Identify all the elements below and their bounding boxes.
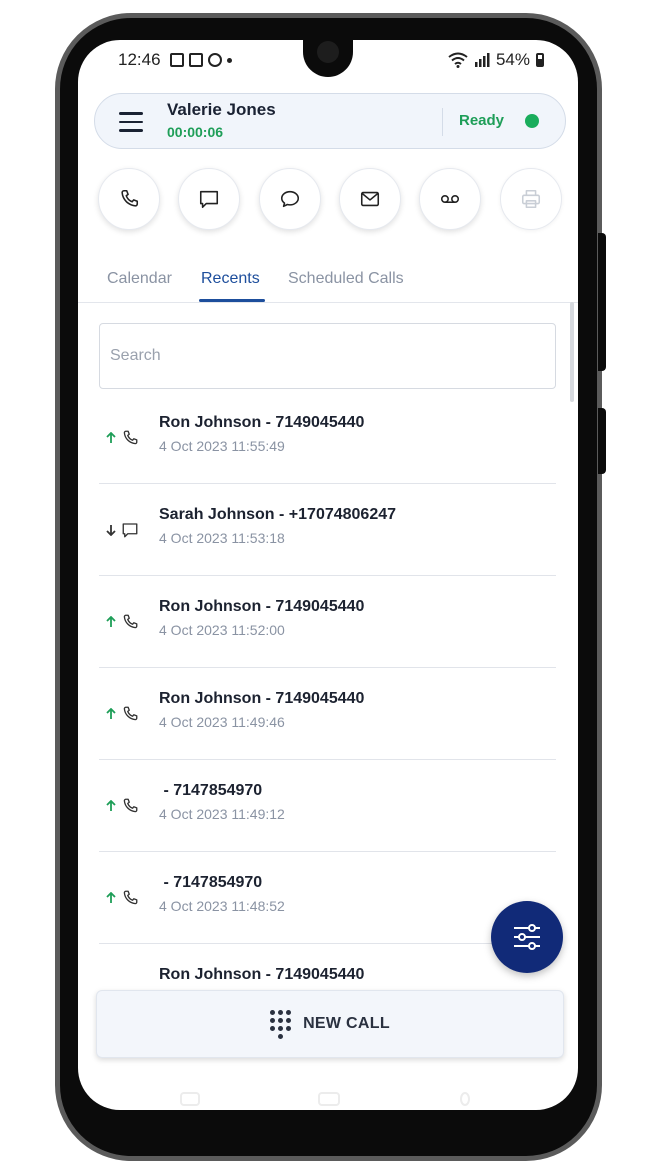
menu-icon[interactable] — [119, 112, 143, 132]
arrow-up-icon — [106, 892, 116, 903]
call-datetime: 4 Oct 2023 11:55:49 — [159, 438, 285, 454]
system-nav-bar — [78, 1088, 578, 1108]
chat-bubble-icon — [280, 190, 300, 208]
mail-icon — [360, 191, 380, 207]
recents-list: Ron Johnson - 7149045440 4 Oct 2023 11:5… — [99, 392, 556, 984]
tab-recents[interactable]: Recents — [201, 270, 260, 288]
contact-title: Ron Johnson - 7149045440 — [159, 414, 365, 431]
arrow-down-icon — [106, 525, 116, 536]
message-square-icon — [199, 190, 219, 209]
gallery-icon — [170, 53, 184, 67]
signal-icon — [474, 53, 490, 67]
list-item[interactable]: Sarah Johnson - +17074806247 4 Oct 2023 … — [99, 484, 556, 576]
back-icon — [460, 1092, 470, 1106]
arrow-up-icon — [106, 616, 116, 627]
tab-calendar[interactable]: Calendar — [107, 270, 172, 288]
list-item[interactable]: - 7147854970 4 Oct 2023 11:49:12 — [99, 760, 556, 852]
call-datetime: 4 Oct 2023 11:49:12 — [159, 806, 285, 822]
contact-title: Ron Johnson - 7149045440 — [159, 598, 365, 615]
phone-icon — [123, 430, 138, 445]
filter-button[interactable] — [491, 901, 563, 973]
volume-button — [598, 233, 606, 371]
phone-icon — [121, 189, 139, 207]
new-call-label: NEW CALL — [303, 1015, 390, 1032]
status-time: 12:46 — [118, 50, 161, 69]
list-item[interactable]: Ron Johnson - 7149045440 4 Oct 2023 11:5… — [99, 392, 556, 484]
battery-icon — [536, 53, 544, 67]
recent-apps-icon — [180, 1092, 200, 1106]
search-input[interactable] — [99, 323, 556, 389]
dialpad-icon — [270, 1009, 292, 1039]
home-icon — [318, 1092, 340, 1106]
status-indicator-dot — [525, 114, 539, 128]
call-datetime: 4 Oct 2023 11:48:52 — [159, 898, 285, 914]
contact-title: - 7147854970 — [159, 782, 263, 799]
chat-button[interactable] — [259, 168, 321, 230]
contact-title: - 7147854970 — [159, 874, 263, 891]
sms-button[interactable] — [178, 168, 240, 230]
call-datetime: 4 Oct 2023 11:49:46 — [159, 714, 285, 730]
sliders-icon — [514, 924, 540, 950]
agent-name: Valerie Jones — [167, 100, 276, 119]
call-button[interactable] — [98, 168, 160, 230]
arrow-up-icon — [106, 708, 116, 719]
call-datetime: 4 Oct 2023 11:52:00 — [159, 622, 285, 638]
arrow-up-icon — [106, 432, 116, 443]
agent-timer: 00:00:06 — [167, 124, 224, 140]
list-item[interactable]: Ron Johnson - 7149045440 — [99, 944, 556, 984]
more-notifications-icon — [227, 57, 232, 63]
tab-scheduled-calls[interactable]: Scheduled Calls — [288, 270, 404, 288]
list-item[interactable]: Ron Johnson - 7149045440 4 Oct 2023 11:5… — [99, 576, 556, 668]
contact-title: Sarah Johnson - +17074806247 — [159, 506, 397, 523]
list-item[interactable]: Ron Johnson - 7149045440 4 Oct 2023 11:4… — [99, 668, 556, 760]
voicemail-button[interactable] — [419, 168, 481, 230]
sync-icon — [208, 53, 222, 67]
contact-title: Ron Johnson - 7149045440 — [159, 966, 365, 983]
phone-icon — [123, 798, 138, 813]
notification-icons — [170, 53, 232, 67]
call-datetime: 4 Oct 2023 11:53:18 — [159, 530, 285, 546]
battery-percent: 54% — [495, 50, 530, 69]
list-item[interactable]: - 7147854970 4 Oct 2023 11:48:52 — [99, 852, 556, 944]
tab-bar: Calendar Recents Scheduled Calls — [78, 264, 578, 303]
header-divider — [442, 108, 443, 136]
phone-icon — [123, 614, 138, 629]
agent-header: Valerie Jones 00:00:06 Ready — [94, 93, 566, 149]
active-tab-indicator — [199, 299, 265, 302]
wifi-icon — [448, 52, 468, 68]
printer-icon — [521, 189, 541, 209]
arrow-up-icon — [106, 800, 116, 811]
print-button[interactable] — [500, 168, 562, 230]
list-scrollbar[interactable] — [570, 302, 574, 402]
system-icons: 54% — [448, 50, 544, 70]
voicemail-icon — [440, 195, 460, 203]
action-bar — [98, 168, 562, 230]
new-call-button[interactable]: NEW CALL — [96, 990, 564, 1058]
app-notification-icon — [189, 53, 203, 67]
phone-icon — [123, 706, 138, 721]
message-square-icon — [122, 523, 138, 538]
email-button[interactable] — [339, 168, 401, 230]
contact-title: Ron Johnson - 7149045440 — [159, 690, 365, 707]
app-screen: 12:46 54% Valerie Jones 00:00:06 Ready C… — [78, 40, 578, 1110]
power-button — [598, 408, 606, 474]
agent-status[interactable]: Ready — [459, 112, 504, 129]
phone-icon — [123, 890, 138, 905]
